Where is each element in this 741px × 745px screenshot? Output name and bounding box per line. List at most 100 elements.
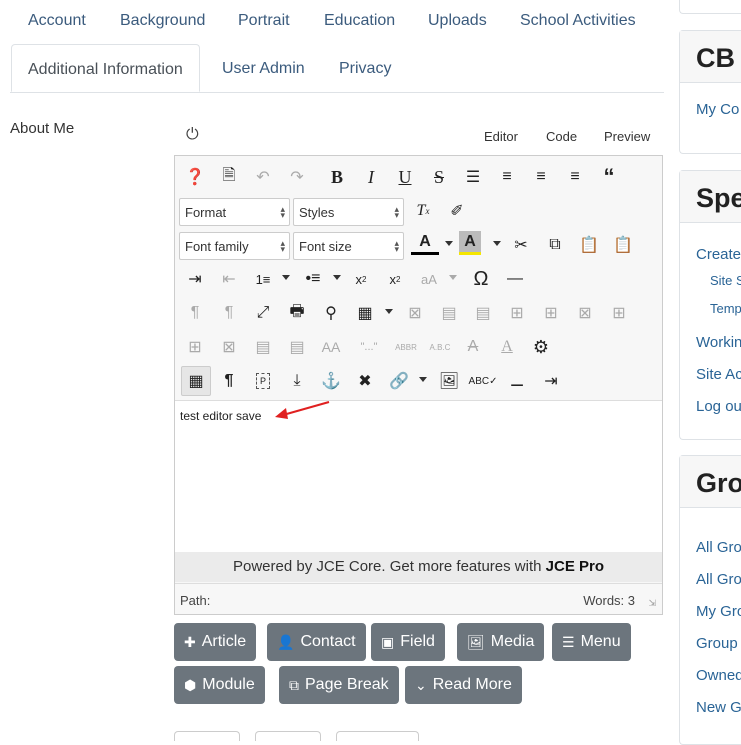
jce-pro-link[interactable]: JCE Pro	[546, 558, 604, 575]
strikethrough-icon[interactable]: S	[425, 163, 453, 191]
tab-background[interactable]: Background	[120, 12, 205, 30]
link-dropdown-icon[interactable]	[419, 377, 427, 382]
text-color-icon[interactable]: A	[411, 231, 439, 255]
cleanup-brush-icon[interactable]: ✐	[443, 197, 471, 225]
sidebar-link[interactable]: Owned	[696, 667, 741, 684]
font-size-change-icon[interactable]: aA	[415, 265, 443, 293]
bullet-list-dropdown-icon[interactable]	[333, 275, 341, 280]
font-size-change-dropdown-icon[interactable]	[449, 275, 457, 280]
unlink-icon[interactable]: ✖	[351, 367, 379, 395]
paste-text-icon[interactable]: 📋	[609, 231, 637, 259]
bold-icon[interactable]: B	[323, 163, 351, 191]
special-character-icon[interactable]: Ω	[467, 265, 495, 293]
sidebar-link[interactable]: All Gro	[696, 539, 741, 556]
insert-text-icon[interactable]: A	[493, 333, 521, 361]
delete-row-icon[interactable]: ⊠	[571, 299, 599, 327]
cut-icon[interactable]: ✂	[507, 231, 535, 259]
acronym-icon[interactable]: A.B.C	[425, 333, 455, 361]
align-center-icon[interactable]: ≡	[493, 163, 521, 191]
undo-icon[interactable]: ↶	[249, 163, 277, 191]
show-blocks-icon[interactable]: ¶	[215, 367, 243, 395]
paste-icon[interactable]: 📋	[575, 231, 603, 259]
cite-icon[interactable]: "..."	[351, 333, 387, 361]
outdent-icon[interactable]: ⇤	[215, 265, 243, 293]
link-icon[interactable]: 🔗	[385, 367, 413, 395]
indent-icon[interactable]: ⇥	[181, 265, 209, 293]
fullscreen-icon[interactable]: ⤢	[249, 299, 277, 327]
insert-read-more-button[interactable]: ⌄ Read More	[405, 666, 522, 704]
anchor-icon[interactable]: ⚓	[317, 367, 345, 395]
row-props-icon[interactable]: ▤	[435, 299, 463, 327]
superscript-icon[interactable]: x2	[381, 265, 409, 293]
insert-media-button[interactable]: 🖼 Media	[457, 623, 545, 661]
print-icon[interactable]: 🖶	[283, 299, 311, 327]
insert-article-button[interactable]: ✚ Article	[174, 623, 257, 661]
tab-uploads[interactable]: Uploads	[428, 12, 487, 30]
align-justify-icon[interactable]: ☰	[459, 163, 487, 191]
cell-props-icon[interactable]: ▤	[469, 299, 497, 327]
sidebar-link[interactable]: My Gro	[696, 603, 741, 620]
partial-button[interactable]	[336, 731, 419, 741]
table-delete-icon[interactable]: ⊠	[401, 299, 429, 327]
sidebar-link[interactable]: Site S	[710, 273, 741, 288]
code-mode-tab[interactable]: Code	[546, 129, 577, 144]
sidebar-link[interactable]: All Gro	[696, 571, 741, 588]
table-icon[interactable]: ▦	[351, 299, 379, 327]
sidebar-link[interactable]: New G	[696, 699, 741, 716]
search-icon[interactable]: ⚲	[317, 299, 345, 327]
col-after-icon[interactable]: ⊞	[181, 333, 209, 361]
insert-menu-button[interactable]: ☰ Menu	[552, 623, 631, 661]
insert-contact-button[interactable]: 👤 Contact	[267, 623, 366, 661]
partial-button[interactable]	[174, 731, 240, 741]
resize-handle-icon[interactable]: ⇲	[648, 598, 656, 609]
partial-button[interactable]	[255, 731, 321, 741]
ltr-direction-icon[interactable]: ¶	[181, 299, 209, 327]
font-size-select[interactable]: Font size ▴ ▾	[293, 232, 404, 260]
background-color-icon[interactable]: A	[459, 231, 481, 255]
abbreviation-icon[interactable]: ABBR	[391, 333, 421, 361]
copy-icon[interactable]: ⧉	[541, 231, 569, 259]
help-icon[interactable]: ❓	[181, 163, 209, 191]
format-select[interactable]: Format ▴ ▾	[179, 198, 290, 226]
col-before-icon[interactable]: ⊞	[605, 299, 633, 327]
preview-mode-tab[interactable]: Preview	[604, 129, 650, 144]
insert-field-button[interactable]: ▣ Field	[371, 623, 445, 661]
italic-icon[interactable]: I	[357, 163, 385, 191]
split-cells-icon[interactable]: ▤	[249, 333, 277, 361]
horizontal-rule-icon[interactable]: —	[501, 265, 529, 293]
tab-user-admin[interactable]: User Admin	[222, 60, 305, 78]
bullet-list-icon[interactable]: •≡	[299, 265, 327, 293]
row-before-icon[interactable]: ⊞	[503, 299, 531, 327]
delete-col-icon[interactable]: ⊠	[215, 333, 243, 361]
redo-icon[interactable]: ↷	[283, 163, 311, 191]
font-family-select[interactable]: Font family ▴ ▾	[179, 232, 290, 260]
insert-module-button[interactable]: ⬢ Module	[174, 666, 265, 704]
tab-portrait[interactable]: Portrait	[238, 12, 290, 30]
align-left-icon[interactable]: ≡	[527, 163, 555, 191]
sidebar-link[interactable]: Workin	[696, 334, 741, 351]
tab-additional-information[interactable]: Additional Information	[11, 44, 200, 92]
numbered-list-dropdown-icon[interactable]	[282, 275, 290, 280]
tab-education[interactable]: Education	[324, 12, 395, 30]
power-icon[interactable]: ⏻	[186, 126, 199, 144]
tab-account[interactable]: Account	[28, 12, 86, 30]
text-color-dropdown-icon[interactable]	[445, 241, 453, 246]
styles-select[interactable]: Styles ▴ ▾	[293, 198, 404, 226]
delete-text-icon[interactable]: A	[459, 333, 487, 361]
insert-page-break-button[interactable]: ⧉ Page Break	[279, 666, 399, 704]
rtl-direction-icon[interactable]: ¶	[215, 299, 243, 327]
align-right-icon[interactable]: ≡	[561, 163, 589, 191]
sidebar-link[interactable]: Log ou	[696, 398, 741, 415]
paragraph-block-icon[interactable]: P	[249, 367, 277, 395]
numbered-list-icon[interactable]: 1≡	[249, 265, 277, 293]
read-more-icon[interactable]: ⇥	[537, 367, 565, 395]
visual-aid-icon[interactable]: ▦	[181, 366, 211, 396]
editor-content-area[interactable]: test editor save	[175, 400, 662, 552]
clear-formatting-icon[interactable]: Tx	[409, 197, 437, 225]
style-props-icon[interactable]: AA	[317, 333, 345, 361]
new-document-icon[interactable]: 🗎	[215, 163, 243, 191]
merge-cells-icon[interactable]: ▤	[283, 333, 311, 361]
tab-privacy[interactable]: Privacy	[339, 60, 391, 78]
underline-icon[interactable]: U	[391, 163, 419, 191]
sidebar-link[interactable]: Temp	[710, 301, 741, 316]
